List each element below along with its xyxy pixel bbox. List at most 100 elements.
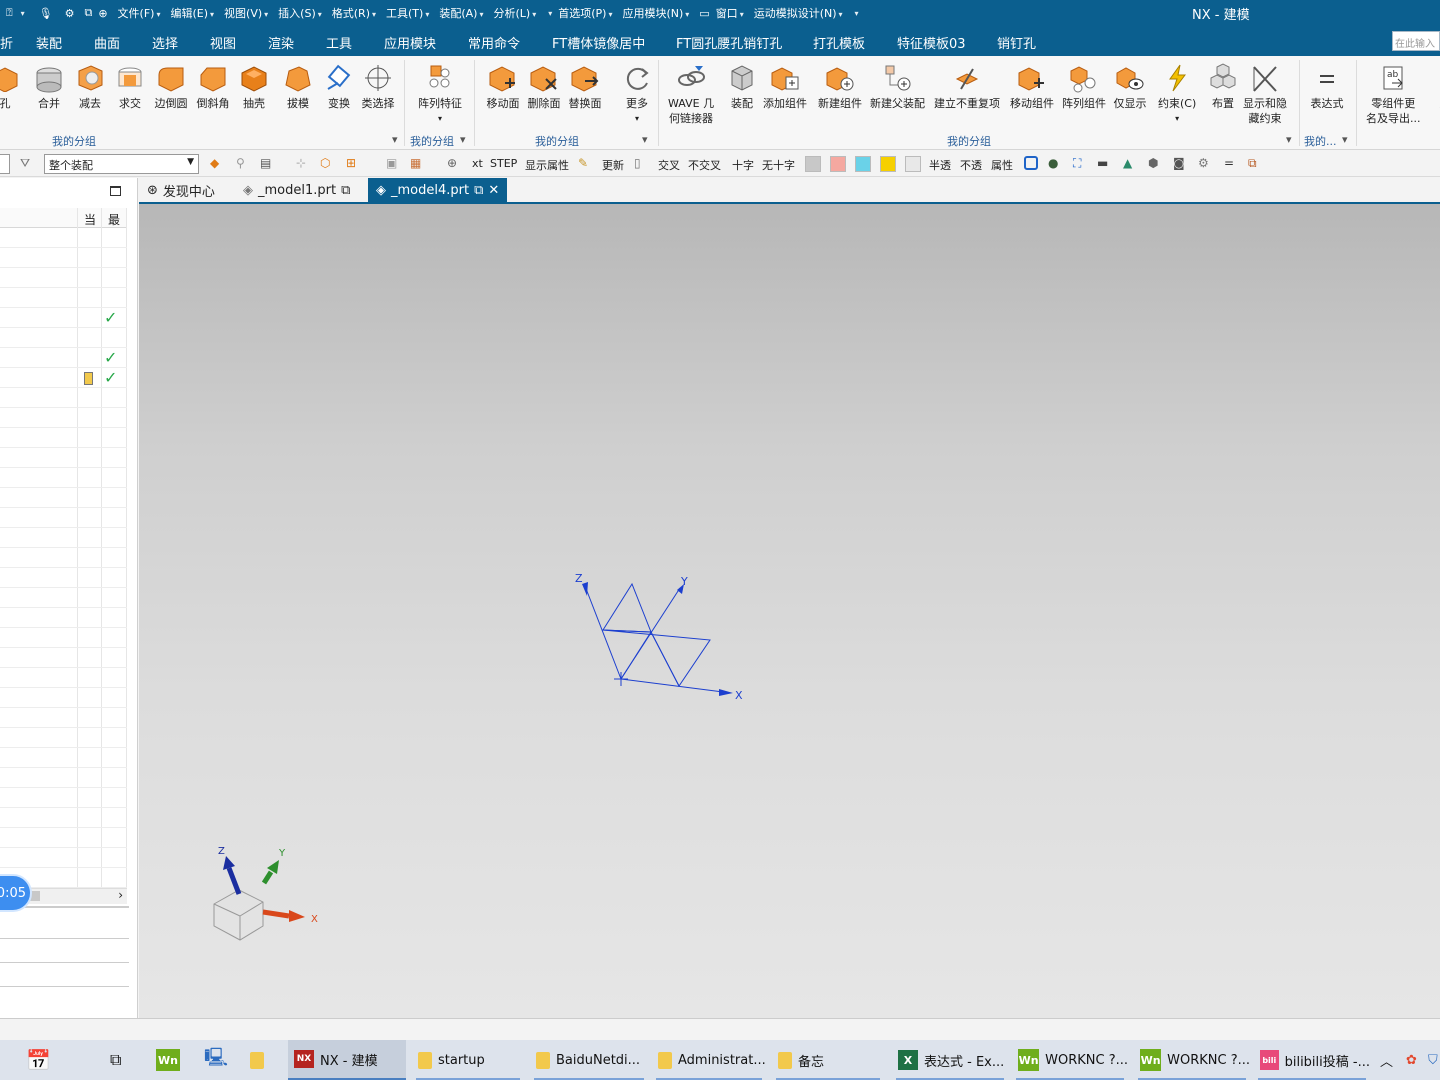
command-search-input[interactable]: 在此输入 I	[1392, 31, 1440, 51]
equals-icon[interactable]: =	[1224, 156, 1240, 172]
navigator-row[interactable]	[0, 428, 127, 448]
tab-dowel-hole[interactable]: 销钉孔	[997, 33, 1036, 52]
col-current[interactable]: 当	[84, 211, 96, 228]
navigator-row[interactable]	[0, 508, 127, 528]
navigator-row[interactable]	[0, 688, 127, 708]
export-icon[interactable]: ⧉	[1248, 156, 1264, 172]
calendar-widget[interactable]: 📅	[20, 1040, 96, 1080]
tb-xt[interactable]: xt	[472, 157, 483, 170]
properties-button[interactable]: 属	[1428, 60, 1440, 111]
explorer-pinned[interactable]	[244, 1040, 284, 1080]
color-swatch-cyan[interactable]	[855, 156, 871, 172]
tab-tools[interactable]: 工具	[326, 33, 352, 52]
scroll-right-icon[interactable]: ›	[118, 888, 123, 902]
shell-button[interactable]: 抽壳	[237, 60, 271, 111]
pattern-component-button[interactable]: 阵列组件	[1062, 60, 1106, 111]
navigator-row[interactable]	[0, 548, 127, 568]
customize-icon[interactable]: ⚙	[65, 7, 75, 20]
task-excel[interactable]: X 表达式 - Ex...	[892, 1040, 1008, 1080]
menu-application[interactable]: 应用模块(N) ▾	[622, 5, 689, 21]
tb-attributes[interactable]: 属性	[991, 157, 1013, 173]
replace-face-button[interactable]: 替换面	[568, 60, 602, 111]
tab-model4[interactable]: ◈ _model4.prt ⧉ ✕	[368, 178, 508, 202]
navigator-row[interactable]	[0, 228, 127, 248]
tab-surface[interactable]: 曲面	[94, 33, 120, 52]
clipboard-icon[interactable]: ▤	[260, 156, 276, 172]
navigator-row[interactable]	[0, 568, 127, 588]
render-icon[interactable]: ●	[1048, 156, 1064, 172]
intersect-button[interactable]: 求交	[113, 60, 147, 111]
tb-display-props[interactable]: 显示属性	[525, 157, 569, 173]
scope-dropdown-icon[interactable]: ▼	[187, 157, 194, 167]
color-swatch-yellow[interactable]	[880, 156, 896, 172]
navigator-row[interactable]	[0, 748, 127, 768]
tray-expand-button[interactable]: ︿	[1374, 1040, 1402, 1080]
computer-pinned[interactable]: 🖳	[198, 1040, 238, 1080]
class-select-button[interactable]: 类选择	[361, 60, 395, 111]
tb-opaque[interactable]: 不透	[960, 157, 982, 173]
arrangement-button[interactable]: 布置	[1206, 60, 1240, 111]
fit-icon[interactable]: ⛶	[1073, 156, 1089, 172]
scope-combo[interactable]: 整个装配 ▼	[44, 154, 199, 174]
tab-ft-slot-mirror[interactable]: FT槽体镜像居中	[552, 33, 645, 52]
navigator-row[interactable]	[0, 648, 127, 668]
edge-blend-button[interactable]: 边倒圆	[154, 60, 188, 111]
navigator-row[interactable]	[0, 788, 127, 808]
navigator-row[interactable]	[0, 528, 127, 548]
navigator-row[interactable]	[0, 728, 127, 748]
navigator-row[interactable]	[0, 608, 127, 628]
hole-button[interactable]: 孔	[0, 60, 22, 111]
globe-icon[interactable]: ⊕	[98, 7, 107, 20]
tab-common-commands[interactable]: 常用命令	[468, 33, 520, 52]
move-component-button[interactable]: 移动组件	[1010, 60, 1054, 111]
filter-icon[interactable]: ⛛	[20, 156, 36, 172]
new-component-button[interactable]: 新建组件	[818, 60, 862, 111]
constraint-dropdown-icon[interactable]: ▾	[1175, 111, 1179, 126]
tb-crosshair[interactable]: 十字	[732, 157, 754, 173]
expression-button[interactable]: 表达式	[1310, 60, 1344, 111]
make-unique-button[interactable]: 建立不重复项	[934, 60, 1000, 111]
menu-preferences[interactable]: 首选项(P) ▾	[558, 5, 612, 21]
tb-update[interactable]: 更新	[602, 157, 624, 173]
col-latest[interactable]: 最	[108, 211, 120, 228]
menu-tools[interactable]: 工具(T) ▾	[386, 5, 429, 21]
group-5-expand-icon[interactable]: ▾	[1342, 133, 1348, 146]
task-view-button[interactable]: ⧉	[104, 1040, 136, 1080]
pattern-feature-button[interactable]: 阵列特征 ▾	[418, 60, 462, 126]
move-face-button[interactable]: 移动面	[486, 60, 520, 111]
navigator-row[interactable]	[0, 448, 127, 468]
navigator-row[interactable]	[0, 488, 127, 508]
color-swatch-white[interactable]	[905, 156, 921, 172]
task-worknc-1[interactable]: Wn WORKNC ?...	[1012, 1040, 1128, 1080]
assembly-button[interactable]: 装配	[725, 60, 759, 111]
microphone-icon[interactable]: 🎙	[39, 7, 53, 20]
tab-application[interactable]: 应用模块	[384, 33, 436, 52]
customize-caret[interactable]: ▾	[855, 9, 859, 18]
body-icon[interactable]: ⬡	[320, 156, 336, 172]
view-triad[interactable]: Z Y X	[213, 846, 318, 941]
tb-no-crosshair[interactable]: 无十字	[762, 157, 795, 173]
tb-step[interactable]: STEP	[490, 157, 517, 170]
task-bilibili[interactable]: bili bilibili投稿 -...	[1254, 1040, 1370, 1080]
worknc-pinned[interactable]: Wn	[150, 1040, 190, 1080]
menu-motion[interactable]: 运动模拟设计(N) ▾	[754, 5, 843, 21]
navigator-row[interactable]	[0, 328, 127, 348]
cube-icon[interactable]: ⬢	[1148, 156, 1164, 172]
tab-partial[interactable]: 折	[0, 33, 13, 52]
navigator-row[interactable]	[0, 828, 127, 848]
battery-icon[interactable]: ▯	[634, 156, 650, 172]
brush-icon[interactable]: ✎	[578, 156, 594, 172]
subtract-button[interactable]: 减去	[73, 60, 107, 111]
task-startup[interactable]: startup	[412, 1040, 524, 1080]
pattern-feature-dropdown-icon[interactable]: ▾	[438, 111, 442, 126]
show-only-button[interactable]: 仅显示	[1113, 60, 1147, 111]
tab-view[interactable]: 视图	[210, 33, 236, 52]
group-1-expand-icon[interactable]: ▾	[392, 133, 398, 146]
navigator-row[interactable]	[0, 388, 127, 408]
graphics-window[interactable]: Z Y X Z Y X	[139, 204, 1440, 1018]
menu-format[interactable]: 格式(R) ▾	[332, 5, 376, 21]
more-button[interactable]: 更多 ▾	[620, 60, 654, 126]
menu-edit[interactable]: 编辑(E) ▾	[170, 5, 214, 21]
car-icon[interactable]: ▬	[1097, 156, 1113, 172]
tab-render[interactable]: 渲染	[268, 33, 294, 52]
